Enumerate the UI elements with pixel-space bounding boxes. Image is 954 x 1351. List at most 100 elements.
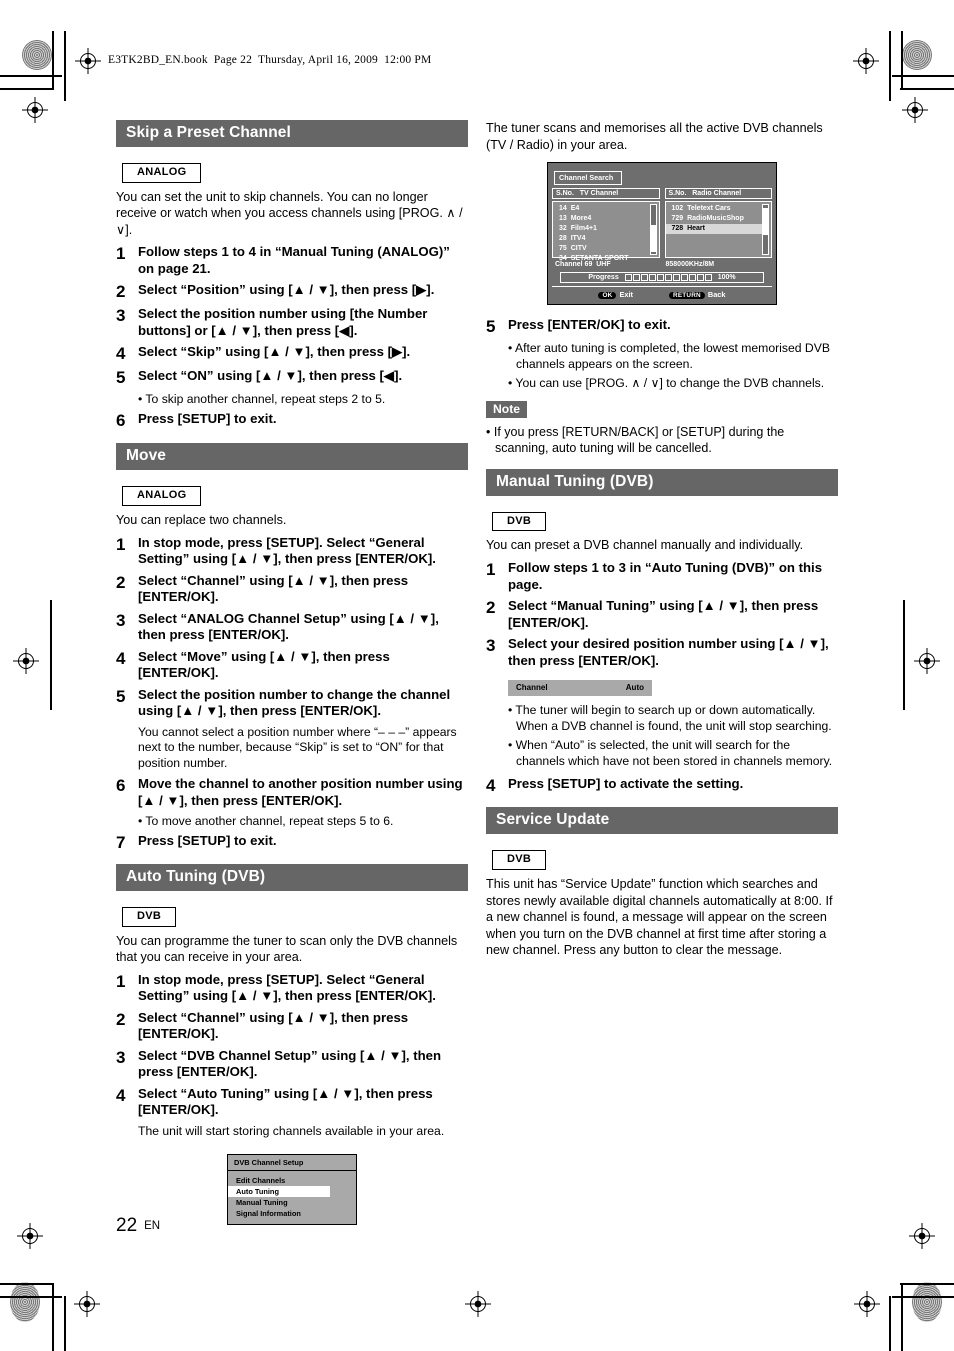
step-item: 4 Press [SETUP] to activate the setting. — [486, 776, 838, 795]
section-heading-move: Move — [116, 443, 468, 471]
step-item: 5 Select the position number to change t… — [116, 687, 468, 720]
progress-label: Progress — [588, 274, 619, 282]
format-tag-dvb: DVB — [122, 906, 177, 927]
step-number: 1 — [116, 971, 126, 991]
density-dot-bottom-right — [912, 1282, 942, 1322]
list-item: 13 More4 — [553, 214, 659, 224]
step-text: Select “ON” using [▲ / ▼], then press [◀… — [138, 368, 403, 384]
note-label: Note — [486, 400, 528, 418]
step-item: 2 Select “Channel” using [▲ / ▼], then p… — [116, 1010, 468, 1043]
channel-name: Teletext Cars — [687, 205, 731, 213]
step-text: Follow steps 1 to 3 in “Auto Tuning (DVB… — [508, 560, 823, 592]
scrollbar[interactable] — [649, 204, 657, 256]
page-language: EN — [144, 1220, 161, 1232]
step-number: 2 — [116, 572, 126, 592]
scrollbar[interactable] — [762, 204, 769, 256]
step-number: 6 — [116, 411, 126, 431]
channel-name: E4 — [570, 205, 580, 213]
list-item: 14 E4 — [553, 204, 659, 214]
screen-menu-list: Edit Channels Auto Tuning Manual Tuning … — [228, 1171, 356, 1224]
page-footer: 22 EN — [116, 1215, 160, 1237]
step-item: 3 Select “DVB Channel Setup” using [▲ / … — [116, 1048, 468, 1081]
registration-mark — [13, 648, 39, 674]
menu-item-signal-information: Signal Information — [236, 1208, 301, 1218]
channel-number: 14 — [559, 205, 567, 213]
step-number: 4 — [116, 344, 126, 364]
step-item: 2 Select “Manual Tuning” using [▲ / ▼], … — [486, 598, 838, 631]
channel-name: Film4+1 — [570, 225, 597, 233]
step-text: Press [ENTER/OK] to exit. — [508, 317, 671, 333]
channel-search-screen: Channel Search S.No. TV Channel 14 E4 13… — [547, 162, 777, 306]
step-number: 5 — [486, 317, 496, 337]
registration-mark — [902, 97, 928, 123]
channel-name: CITV — [570, 244, 587, 252]
left-column: Skip a Preset Channel ANALOG You can set… — [116, 120, 468, 1235]
step-text: Select “DVB Channel Setup” using [▲ / ▼]… — [138, 1047, 442, 1080]
step-text: Select the position number using [the Nu… — [138, 306, 428, 338]
step-number: 2 — [486, 598, 496, 617]
step-text: Select “ANALOG Channel Setup” using [▲ /… — [138, 610, 439, 643]
progress-value: 100% — [717, 274, 736, 282]
screen-footer: OK Exit RETURN Back — [552, 286, 772, 300]
section-heading-auto-tuning-dvb: Auto Tuning (DVB) — [116, 864, 468, 891]
step-note: The unit will start storing channels ava… — [138, 1123, 445, 1138]
section-heading-skip-preset-channel: Skip a Preset Channel — [116, 120, 468, 147]
registration-mark — [914, 648, 940, 674]
step-number: 2 — [116, 1009, 126, 1029]
step-number: 4 — [486, 776, 496, 796]
step-text: Select “Auto Tuning” using [▲ / ▼], then… — [138, 1085, 433, 1118]
ok-exit-label: Exit — [619, 290, 634, 300]
step-number: 1 — [116, 534, 126, 554]
step-text: Select “Skip” using [▲ / ▼], then press … — [138, 344, 411, 360]
step-number: 6 — [116, 776, 126, 796]
step-text: Select “Channel” using [▲ / ▼], then pre… — [138, 1009, 409, 1042]
list-item-selected: 728 Heart — [665, 224, 762, 235]
step-bullet: • When “Auto” is selected, the unit will… — [508, 737, 833, 768]
channel-number: 729 — [671, 215, 684, 223]
screen-title: Channel Search — [554, 171, 623, 186]
step-item: 1 Follow steps 1 to 4 in “Manual Tuning … — [116, 244, 468, 277]
channel-name: RadioMusicShop — [687, 215, 744, 223]
ok-key-icon: OK — [598, 292, 617, 300]
note-text: • If you press [RETURN/BACK] or [SETUP] … — [486, 424, 785, 456]
section-intro: This unit has “Service Update” function … — [486, 877, 833, 958]
format-tag-dvb: DVB — [492, 850, 547, 871]
step-text: Select your desired position number usin… — [508, 636, 829, 668]
format-tag-dvb: DVB — [492, 511, 547, 532]
progress-row: Progress 100% — [560, 272, 764, 284]
channel-name: More4 — [570, 215, 592, 223]
step-text: Press [SETUP] to activate the setting. — [508, 776, 744, 792]
channel-number: 75 — [559, 244, 567, 252]
channel-name: SETANTA SPORT — [570, 254, 629, 262]
step-text: In stop mode, press [SETUP]. Select “Gen… — [138, 971, 436, 1004]
step-item: 2 Select “Channel” using [▲ / ▼], then p… — [116, 573, 468, 606]
channel-value: Auto — [625, 683, 644, 692]
step-item: 7 Press [SETUP] to exit. — [116, 833, 468, 852]
channel-number: 728 — [671, 225, 684, 233]
dvb-channel-setup-screen: DVB Channel Setup Edit Channels Auto Tun… — [227, 1153, 357, 1225]
list-item: 102 Teletext Cars — [666, 204, 772, 214]
channel-number: 13 — [559, 215, 567, 223]
registration-mark — [17, 1223, 43, 1249]
channel-auto-screen: Channel Auto — [508, 680, 652, 696]
step-item: 6 Move the channel to another position n… — [116, 776, 468, 809]
ok-exit-hint: OK Exit — [598, 290, 634, 300]
page-number: 22 — [116, 1215, 138, 1236]
registration-mark — [22, 97, 48, 123]
section-intro: You can set the unit to skip channels. Y… — [116, 189, 463, 237]
radio-channel-header: S.No. Radio Channel — [664, 188, 772, 200]
step-text: Select “Manual Tuning” using [▲ / ▼], th… — [508, 598, 819, 630]
step-text: Select “Move” using [▲ / ▼], then press … — [138, 648, 390, 681]
step-text: Move the channel to another position num… — [138, 776, 463, 808]
step-item: 4 Select “Auto Tuning” using [▲ / ▼], th… — [116, 1086, 468, 1119]
return-back-label: Back — [707, 290, 726, 300]
format-tag-analog: ANALOG — [122, 486, 202, 506]
channel-name: ITV4 — [570, 235, 586, 243]
registration-mark — [465, 1291, 491, 1317]
list-item: 28 ITV4 — [553, 234, 659, 244]
list-item: 34 SETANTA SPORT — [553, 254, 659, 264]
registration-mark — [854, 1291, 880, 1317]
registration-mark — [853, 48, 879, 74]
registration-mark — [74, 1291, 100, 1317]
step-text: In stop mode, press [SETUP]. Select “Gen… — [138, 534, 436, 567]
